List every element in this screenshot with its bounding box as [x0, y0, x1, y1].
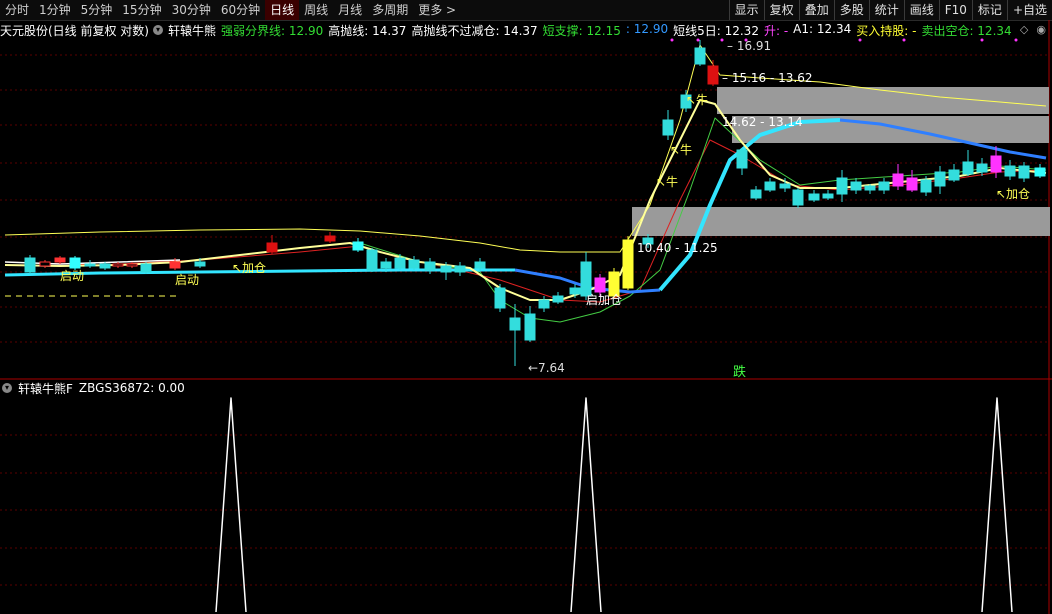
- candle-body: [194, 261, 206, 267]
- sub-indicator-name[interactable]: 轩辕牛熊F: [18, 380, 73, 397]
- candle-body: [424, 261, 436, 271]
- candle-body: [864, 185, 876, 191]
- candle-body: [54, 257, 66, 263]
- candle-body: [569, 287, 581, 295]
- candle-body: [662, 119, 674, 136]
- candle-body: [764, 181, 776, 191]
- candle-body: [474, 261, 486, 269]
- candle-body: [380, 261, 392, 269]
- marker-dot: [902, 38, 906, 42]
- candle-body: [694, 47, 706, 65]
- candle-body: [580, 261, 592, 297]
- candle-body: [99, 263, 111, 269]
- candle-body: [808, 193, 820, 201]
- start-signal-1: 启动: [60, 269, 84, 283]
- candle-body: [892, 173, 904, 187]
- candle-body: [538, 299, 550, 309]
- candle-body: [69, 257, 81, 269]
- marker-dot: [858, 38, 862, 42]
- add-signal-1: ↖加仓: [232, 261, 266, 275]
- marker-dot: [980, 38, 984, 42]
- spike-line: [215, 397, 247, 613]
- low-label: ←7.64: [528, 361, 565, 375]
- candle-body: [779, 183, 791, 189]
- candle-body: [1004, 165, 1016, 177]
- candle-body: [509, 317, 521, 331]
- chevron-down-icon[interactable]: ▾: [2, 383, 12, 393]
- candle-body: [112, 263, 124, 267]
- candle-body: [962, 161, 974, 175]
- candle-body: [324, 235, 336, 242]
- candle-body: [1034, 167, 1046, 177]
- marker-dot: [670, 38, 674, 42]
- zone-top-label: – 15.16 - 13.62: [722, 71, 812, 85]
- candle-body: [266, 242, 278, 253]
- add-signal-2: ↖加仓: [996, 187, 1030, 201]
- candle-body: [934, 171, 946, 187]
- candle-body: [920, 179, 932, 193]
- candle-body: [878, 181, 890, 191]
- candle-body: [494, 287, 506, 309]
- support-zone: [632, 207, 1050, 236]
- candle-body: [822, 193, 834, 199]
- candle-body: [408, 259, 420, 269]
- candle-body: [39, 261, 51, 267]
- candle-body: [750, 189, 762, 199]
- candle-body: [707, 65, 719, 85]
- marker-dot: [1014, 38, 1018, 42]
- candle-body: [140, 263, 152, 273]
- candle-body: [84, 263, 96, 267]
- candle-body: [1018, 165, 1030, 179]
- candle-body: [948, 169, 960, 181]
- marker-dot: [720, 38, 724, 42]
- candle-body: [836, 177, 848, 195]
- candle-body: [440, 265, 452, 273]
- candle-body: [366, 249, 378, 271]
- start-add-signal: 启加仓: [586, 293, 622, 307]
- spike-line: [570, 397, 602, 613]
- sub-indicator-info: ▾ 轩辕牛熊F ZBGS36872: 0.00: [0, 380, 191, 396]
- candle-body: [126, 263, 138, 267]
- candle-body: [736, 149, 748, 169]
- marker-dot: [696, 38, 700, 42]
- spike-line: [981, 397, 1013, 613]
- bull-signal-2: ↖牛: [670, 142, 692, 157]
- candle-body: [552, 295, 564, 303]
- candle-body: [594, 277, 606, 293]
- candle-body: [990, 155, 1002, 173]
- kline-chart[interactable]: – 16.91 ←7.64 – 15.16 - 13.62 14.62 - 13.14…: [0, 0, 1052, 614]
- candle-body: [976, 163, 988, 173]
- candle-body: [24, 257, 36, 273]
- candle-body: [850, 181, 862, 191]
- candle-body: [906, 177, 918, 191]
- candle-body: [792, 189, 804, 206]
- candle-body: [454, 265, 466, 273]
- marker-dot: [744, 38, 748, 42]
- high-label: – 16.91: [727, 39, 771, 53]
- bull-signal-1: ↖牛: [656, 174, 678, 189]
- zone-mid-label: 14.62 - 13.14: [722, 115, 803, 129]
- down-signal: 跌: [733, 364, 746, 380]
- start-signal-2: 启动: [175, 273, 199, 287]
- bull-signal-3: ↖牛: [686, 92, 708, 107]
- candle-body: [169, 261, 181, 269]
- candle-body: [352, 241, 364, 251]
- sub-indicator-value: ZBGS36872: 0.00: [78, 381, 185, 395]
- candle-body: [524, 313, 536, 341]
- zone-low-label: 10.40 - 11.25: [637, 241, 718, 255]
- pressure-zone-top: [717, 87, 1049, 114]
- candle-body: [394, 257, 406, 269]
- candle-body: [622, 239, 634, 289]
